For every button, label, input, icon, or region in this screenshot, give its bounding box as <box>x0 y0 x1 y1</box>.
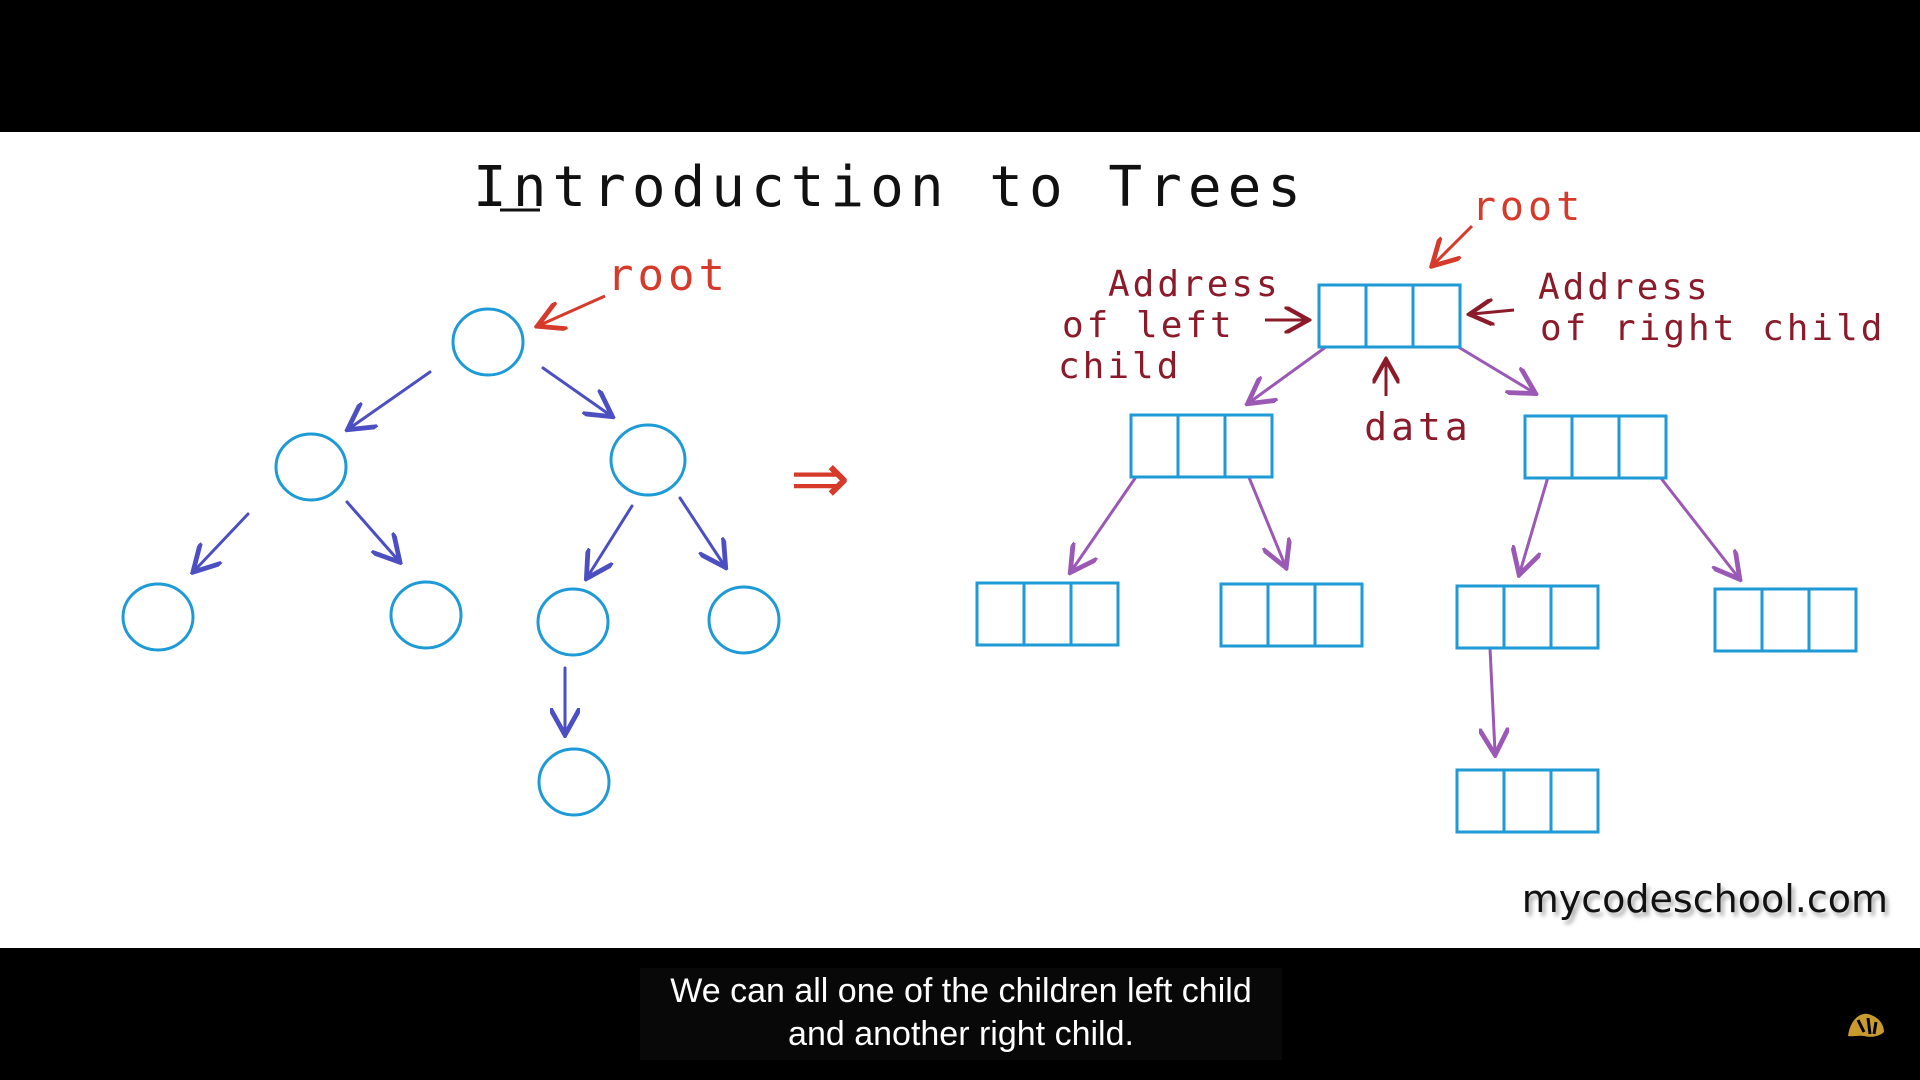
linked-node <box>1219 582 1364 648</box>
edge-arrow <box>1250 342 1332 402</box>
edge-arrow <box>1453 343 1533 392</box>
edge-arrow <box>195 512 250 570</box>
channel-logo-icon[interactable] <box>1844 1006 1888 1042</box>
linked-node <box>1523 414 1668 480</box>
edge-arrow <box>345 500 398 560</box>
linked-node-root <box>1317 283 1462 349</box>
site-watermark: mycodeschool.com <box>1522 877 1888 921</box>
annotation-text: child <box>1058 346 1181 387</box>
caption-line: We can all one of the children left chil… <box>670 972 1252 1010</box>
edge-arrow <box>1072 472 1140 570</box>
edge-arrow <box>588 504 634 576</box>
caption-line: and another right child. <box>788 1015 1134 1053</box>
tree-diagram: Introduction to Trees root ⇒ root Addres… <box>121 155 1888 921</box>
linked-node <box>1455 768 1600 834</box>
root-pointer-arrow-left <box>540 294 606 325</box>
left-tree <box>121 307 781 817</box>
tree-node <box>274 432 348 502</box>
tree-node <box>536 587 610 657</box>
root-label-left: root <box>607 250 729 301</box>
annotation-text: Address <box>1538 267 1711 308</box>
edge-arrow <box>1246 473 1285 565</box>
annotation-text: of left <box>1062 305 1235 346</box>
data-label: data <box>1364 405 1472 449</box>
linked-node <box>1713 587 1858 653</box>
linked-node <box>975 581 1120 647</box>
tree-node <box>609 423 687 497</box>
tree-node <box>389 580 463 650</box>
annotation-text: of right child <box>1540 308 1885 349</box>
left-child-annotation: Address of left child <box>1058 264 1281 387</box>
right-child-annotation: Address of right child <box>1538 267 1885 349</box>
root-label-right: root <box>1472 184 1584 230</box>
edge-arrow <box>541 366 610 415</box>
tree-node-root <box>451 307 525 377</box>
linked-node <box>1129 413 1274 479</box>
transform-arrow: ⇒ <box>790 436 850 520</box>
left-tree-edges <box>195 366 724 732</box>
edge-arrow <box>1658 475 1738 577</box>
tree-node <box>121 582 195 652</box>
edge-arrow <box>1520 475 1550 572</box>
tree-node <box>707 585 781 655</box>
edge-arrow <box>1490 646 1495 752</box>
page-title: Introduction to Trees <box>473 155 1307 220</box>
linked-node <box>1455 584 1600 650</box>
root-pointer-arrow-right <box>1434 224 1474 264</box>
right-child-pointer-arrow <box>1472 310 1515 314</box>
edge-arrow <box>678 496 724 565</box>
edge-arrow <box>350 370 432 428</box>
tree-node <box>537 747 611 817</box>
subtitle-caption: We can all one of the children left chil… <box>640 968 1282 1060</box>
annotation-text: Address <box>1108 264 1281 305</box>
